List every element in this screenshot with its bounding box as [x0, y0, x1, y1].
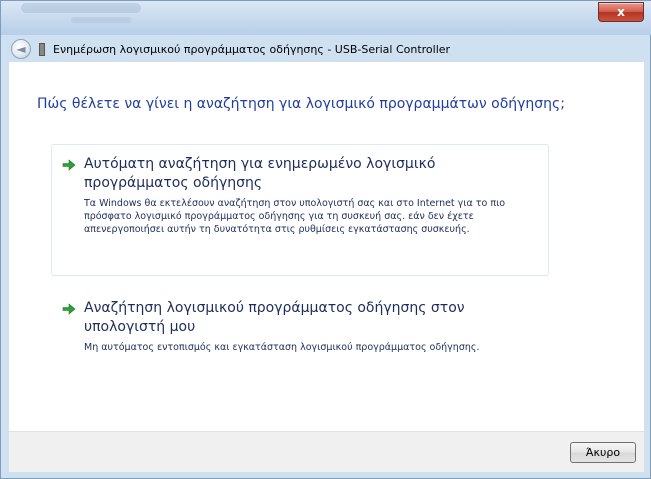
title-bar-blur	[71, 17, 131, 23]
title-bar-blur	[21, 3, 141, 13]
dialog-window: x ◄ Ενημέρωση λογισμικού προγράμματος οδ…	[0, 0, 651, 479]
back-arrow-icon: ◄	[16, 42, 26, 56]
dialog-footer: Άκυρο	[9, 431, 644, 472]
option-search-automatically[interactable]: Αυτόματη αναζήτηση για ενημερωμένο λογισ…	[51, 144, 549, 276]
usb-device-icon	[39, 43, 45, 56]
window-title: Ενημέρωση λογισμικού προγράμματος οδήγησ…	[53, 43, 451, 56]
cancel-button[interactable]: Άκυρο	[570, 442, 636, 463]
option-title: Αναζήτηση λογισμικού προγράμματος οδήγησ…	[84, 300, 465, 335]
option-description: Τα Windows θα εκτελέσουν αναζήτηση στον …	[84, 198, 506, 235]
option-browse-computer[interactable]: Αναζήτηση λογισμικού προγράμματος οδήγησ…	[51, 288, 549, 398]
back-button[interactable]: ◄	[11, 39, 31, 59]
title-bar[interactable]: x	[1, 1, 651, 35]
navigation-bar: ◄ Ενημέρωση λογισμικού προγράμματος οδήγ…	[1, 35, 651, 63]
close-button[interactable]: x	[598, 2, 644, 22]
content-area: Πώς θέλετε να γίνει η αναζήτηση για λογι…	[9, 62, 644, 431]
option-description: Μη αυτόματος εντοπισμός και εγκατάσταση …	[84, 342, 480, 353]
option-title: Αυτόματη αναζήτηση για ενημερωμένο λογισ…	[84, 156, 436, 191]
green-arrow-icon	[62, 303, 76, 315]
close-icon: x	[617, 5, 625, 19]
page-question: Πώς θέλετε να γίνει η αναζήτηση για λογι…	[37, 96, 565, 112]
green-arrow-icon	[62, 159, 76, 171]
